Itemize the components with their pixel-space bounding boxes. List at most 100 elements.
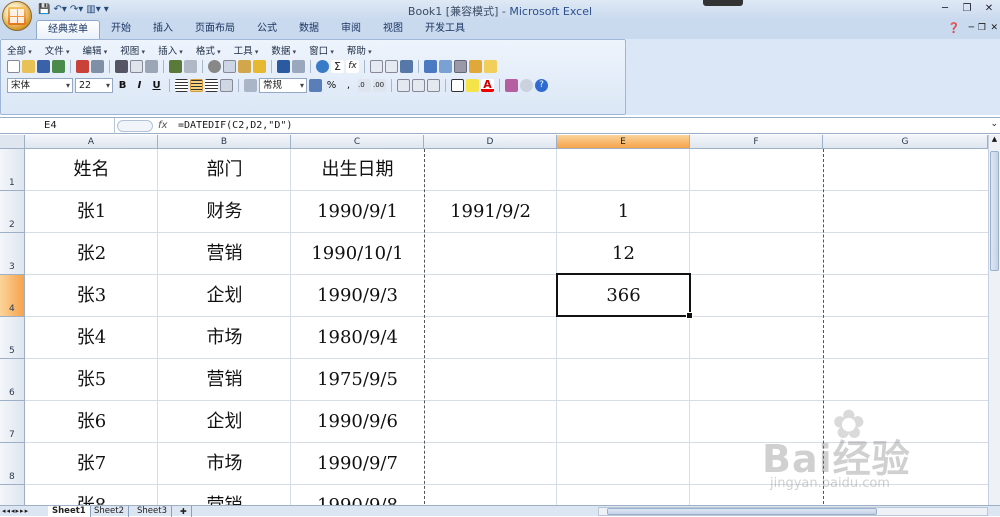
cell-b2[interactable]: 财务 [158, 191, 291, 232]
formula-input[interactable]: =DATEDIF(C2,D2,"D") [178, 118, 292, 134]
fill-color-icon[interactable] [466, 79, 479, 92]
help-icon[interactable]: ? [535, 79, 548, 92]
new-icon[interactable] [7, 60, 20, 73]
undo-icon[interactable] [277, 60, 290, 73]
vertical-scroll-thumb[interactable] [990, 151, 999, 271]
cell-c2[interactable]: 1990/9/1 [291, 191, 424, 232]
column-header-g[interactable]: G [823, 135, 988, 149]
cell-a2[interactable]: 张1 [25, 191, 158, 232]
cell-d2[interactable]: 1991/9/2 [424, 191, 557, 232]
active-cell-selection[interactable] [556, 273, 693, 319]
paste-icon[interactable] [238, 60, 251, 73]
cell-a3[interactable]: 张2 [25, 233, 158, 274]
cell-c9[interactable]: 1990/9/8 [291, 485, 424, 505]
column-header-e[interactable]: E [557, 135, 690, 149]
styles-icon[interactable] [244, 79, 257, 92]
cell-a1[interactable]: 姓名 [25, 149, 158, 190]
row-header-5[interactable]: 5 [0, 317, 25, 359]
drawing-icon[interactable] [469, 60, 482, 73]
row-header-7[interactable]: 7 [0, 401, 25, 443]
decrease-indent-icon[interactable] [397, 79, 410, 92]
menu-tools[interactable]: 工具 [234, 43, 259, 57]
pivot-icon[interactable] [439, 60, 452, 73]
filter-icon[interactable] [400, 60, 413, 73]
office-button[interactable] [2, 1, 32, 31]
zoom-icon[interactable] [520, 79, 533, 92]
menu-window[interactable]: 窗口 [309, 43, 334, 57]
insert-sheet-icon[interactable]: ✚ [176, 506, 192, 517]
tab-data[interactable]: 数据 [288, 20, 330, 39]
increase-decimal-icon[interactable]: .0 [358, 79, 371, 92]
sheet-tab-3[interactable]: Sheet3 [133, 506, 172, 517]
cell-b9[interactable]: 营销 [158, 485, 291, 505]
ribbon-restore-button[interactable]: ❐ [978, 23, 986, 33]
tab-review[interactable]: 审阅 [330, 20, 372, 39]
conditional-format-icon[interactable] [505, 79, 518, 92]
help-icon[interactable]: ❓ [948, 23, 960, 34]
row-header-1[interactable]: 1 [0, 149, 25, 191]
tab-page-layout[interactable]: 页面布局 [184, 20, 246, 39]
column-header-a[interactable]: A [25, 135, 158, 149]
research-pane-icon[interactable] [184, 60, 197, 73]
sheet-tab-1[interactable]: Sheet1 [48, 506, 91, 517]
cell-b1[interactable]: 部门 [158, 149, 291, 190]
restore-button[interactable]: ❐ [956, 2, 978, 16]
row-header-6[interactable]: 6 [0, 359, 25, 401]
menu-edit[interactable]: 编辑 [83, 43, 108, 57]
font-color-icon[interactable]: A [481, 79, 494, 92]
column-header-d[interactable]: D [424, 135, 557, 149]
merge-center-icon[interactable] [220, 79, 233, 92]
function-icon[interactable]: fx [346, 60, 359, 73]
tab-developer[interactable]: 开发工具 [414, 20, 476, 39]
column-header-b[interactable]: B [158, 135, 291, 149]
cell-e2[interactable]: 1 [557, 191, 690, 232]
menu-file[interactable]: 文件 [45, 43, 70, 57]
column-header-f[interactable]: F [690, 135, 823, 149]
ribbon-minimize-button[interactable]: ─ [969, 23, 974, 33]
italic-button[interactable]: I [132, 78, 147, 93]
cell-a6[interactable]: 张5 [25, 359, 158, 400]
insert-function-icon[interactable]: fx [158, 118, 167, 134]
folder-icon[interactable] [484, 60, 497, 73]
ribbon-close-button[interactable]: ✕ [990, 23, 998, 33]
cell-c1[interactable]: 出生日期 [291, 149, 424, 190]
menu-all[interactable]: 全部 [7, 43, 32, 57]
cell-c7[interactable]: 1990/9/6 [291, 401, 424, 442]
increase-indent-icon[interactable] [412, 79, 425, 92]
tab-home[interactable]: 开始 [100, 20, 142, 39]
borders-icon[interactable] [451, 79, 464, 92]
bold-button[interactable]: B [115, 78, 130, 93]
horizontal-scrollbar[interactable] [598, 507, 988, 516]
autosum-icon[interactable]: Σ [331, 60, 344, 73]
cell-c8[interactable]: 1990/9/7 [291, 443, 424, 484]
close-button[interactable]: ✕ [978, 2, 1000, 16]
save-icon[interactable] [37, 60, 50, 73]
underline-button[interactable]: U [149, 78, 164, 93]
currency-icon[interactable] [309, 79, 322, 92]
sheet-tab-2[interactable]: Sheet2 [90, 506, 129, 517]
cell-c6[interactable]: 1975/9/5 [291, 359, 424, 400]
spelling-icon[interactable] [169, 60, 182, 73]
cell-c4[interactable]: 1990/9/3 [291, 275, 424, 316]
cell-b4[interactable]: 企划 [158, 275, 291, 316]
align-right-icon[interactable] [205, 79, 218, 92]
select-all-corner[interactable] [0, 135, 25, 149]
sort-desc-icon[interactable] [385, 60, 398, 73]
cell-e3[interactable]: 12 [557, 233, 690, 274]
formula-bar-expander[interactable] [117, 120, 153, 132]
research-icon[interactable] [145, 60, 158, 73]
cell-c5[interactable]: 1980/9/4 [291, 317, 424, 358]
cell-b7[interactable]: 企划 [158, 401, 291, 442]
row-header-9[interactable] [0, 485, 25, 505]
cell-a4[interactable]: 张3 [25, 275, 158, 316]
align-center-icon[interactable] [190, 79, 203, 92]
menu-insert[interactable]: 插入 [158, 43, 183, 57]
row-header-3[interactable]: 3 [0, 233, 25, 275]
cell-c3[interactable]: 1990/10/1 [291, 233, 424, 274]
number-format-select[interactable]: 常规 [259, 78, 307, 93]
cell-b8[interactable]: 市场 [158, 443, 291, 484]
menu-view[interactable]: 视图 [120, 43, 145, 57]
horizontal-scroll-thumb[interactable] [607, 508, 877, 515]
row-header-4[interactable]: 4 [0, 275, 25, 317]
cell-b5[interactable]: 市场 [158, 317, 291, 358]
